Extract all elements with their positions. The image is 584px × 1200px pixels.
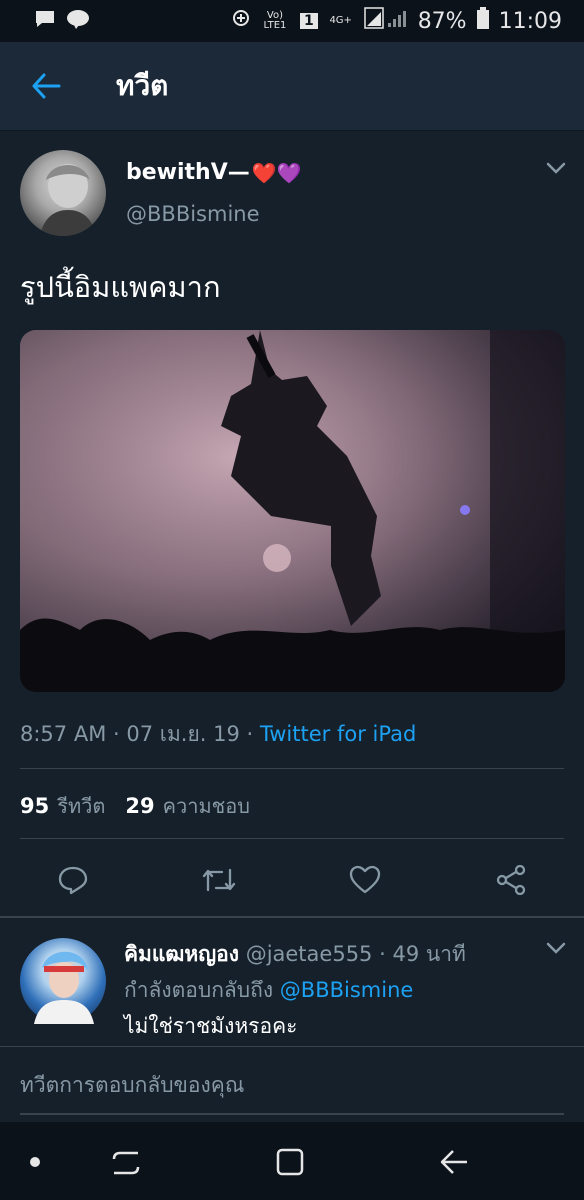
reply-menu-button[interactable] [546,940,566,959]
replying-to-mention[interactable]: @BBBismine [280,978,414,1002]
tweet-menu-button[interactable] [546,160,566,179]
data-saver-icon [232,8,250,34]
retweet-count[interactable]: 95 [20,794,49,818]
back-button[interactable] [18,58,74,114]
author-display-name[interactable]: bewithV— ❤️💜 [126,160,302,185]
author-name-text: bewithV— [126,160,250,185]
system-navigation-bar [0,1122,584,1200]
author-handle[interactable]: @BBBismine [126,202,260,226]
replying-to: กำลังตอบกลับถึง @BBBismine [124,974,413,1007]
battery-icon [476,7,489,35]
tweet-photo[interactable] [20,330,565,692]
home-button[interactable] [270,1142,310,1182]
divider [20,768,564,769]
reply-handle[interactable]: @jaetae555 [246,942,373,966]
home-icon [276,1148,304,1176]
avatar[interactable] [20,150,106,236]
chevron-down-icon [546,942,566,954]
network-volte-label: Vo) LTE1 [263,10,287,31]
top-app-bar: ทวีต [0,42,584,131]
line-app-icon [66,9,90,33]
reply-input[interactable]: ทวีตการตอบกลับของคุณ [20,1069,244,1102]
clock: 11:09 [498,8,562,34]
input-underline [20,1113,564,1115]
recent-apps-button[interactable] [106,1142,146,1182]
reply-header: คิมแฒหญอง @jaetae555 · 49 นาที [124,942,466,966]
status-bar: Vo) LTE1 1 4G+ 87% 11:09 [0,0,584,42]
sim-indicator: 1 [299,13,318,29]
back-nav-button[interactable] [434,1142,474,1182]
tweet-date: 07 เม.ย. 19 [126,722,240,746]
replying-to-label: กำลังตอบกลับถึง [124,978,274,1002]
tweet-source-link[interactable]: Twitter for iPad [260,722,416,746]
retweet-label[interactable]: รีทวีต [57,790,105,822]
page-title: ทวีต [116,69,169,102]
section-divider [0,916,584,918]
divider [20,838,564,839]
chevron-down-icon [546,162,566,174]
share-icon [496,865,526,895]
reply-icon [58,866,88,895]
retweet-button[interactable] [199,860,239,900]
reply-composer[interactable]: ทวีตการตอบกลับของคุณ [0,1046,584,1123]
share-button[interactable] [491,860,531,900]
network-type-label: 4G+ [329,15,352,26]
reply-age: 49 นาที [392,942,466,966]
heart-emoji: ❤️💜 [251,160,302,185]
battery-percent: 87% [417,8,467,34]
dot-icon [30,1157,40,1167]
reply-avatar[interactable] [20,938,106,1024]
like-label[interactable]: ความชอบ [163,790,250,822]
like-button[interactable] [345,860,385,900]
recent-apps-icon [112,1151,140,1175]
reply-button[interactable] [53,860,93,900]
tweet-actions [0,850,584,910]
tweet-stats: 95 รีทวีต 29 ความชอบ [20,790,250,822]
tweet-text: รูปนี้อิมแพคมาก [20,270,221,304]
tweet-time: 8:57 AM [20,722,107,746]
heart-icon [349,865,381,894]
arrow-left-icon [32,73,61,99]
back-icon [440,1150,467,1174]
tweet-meta: 8:57 AM · 07 เม.ย. 19 · Twitter for iPad [20,722,417,746]
signal-icon [363,7,408,35]
nav-dot[interactable] [15,1142,55,1182]
reply-display-name[interactable]: คิมแฒหญอง [124,942,239,966]
like-count[interactable]: 29 [125,794,154,818]
retweet-icon [202,868,236,892]
message-icon [34,9,56,33]
reply-text: ไม่ใช่ราชมังหรอคะ [124,1014,298,1038]
